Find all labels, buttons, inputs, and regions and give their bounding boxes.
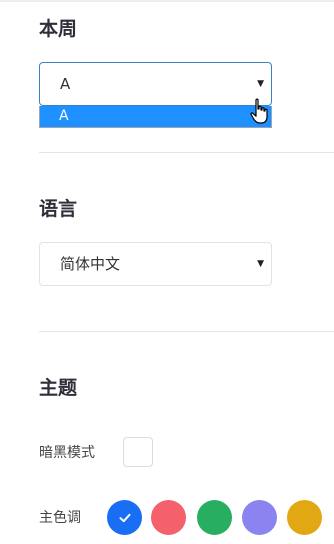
section-divider <box>39 152 334 153</box>
color-swatch-red[interactable] <box>151 500 186 535</box>
language-select[interactable]: 简体中文 ▼ <box>39 242 272 286</box>
check-icon <box>119 513 130 522</box>
hand-pointer-icon <box>250 98 268 124</box>
color-swatch-yellow[interactable] <box>287 500 322 535</box>
color-swatch-green[interactable] <box>197 500 232 535</box>
language-select-value: 简体中文 <box>60 255 121 273</box>
top-divider <box>0 0 334 2</box>
week-section-title: 本周 <box>39 18 78 40</box>
week-dropdown-list: A <box>39 106 272 128</box>
week-select-value: A <box>60 75 71 93</box>
theme-section-title: 主题 <box>39 377 78 399</box>
section-divider <box>39 331 334 332</box>
language-section-title: 语言 <box>39 198 78 220</box>
caret-down-icon: ▼ <box>257 259 264 269</box>
primary-color-label: 主色调 <box>39 510 81 526</box>
color-swatch-blue[interactable] <box>107 500 142 535</box>
color-swatch-purple[interactable] <box>242 500 277 535</box>
dark-mode-label: 暗黑模式 <box>39 445 95 461</box>
week-select[interactable]: A ▼ <box>39 62 272 106</box>
week-option-a[interactable]: A <box>40 106 271 127</box>
dark-mode-checkbox[interactable] <box>123 437 153 467</box>
